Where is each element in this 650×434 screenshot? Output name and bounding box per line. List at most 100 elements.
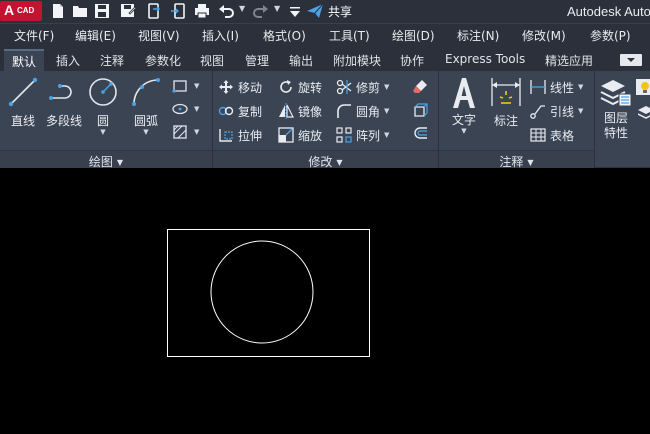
copy-icon <box>218 106 234 116</box>
trim-icon <box>336 79 352 95</box>
explode-icon[interactable] <box>412 102 430 120</box>
scale-icon <box>278 127 294 143</box>
circle-dropdown-caret-icon[interactable]: ▼ <box>86 129 120 136</box>
polyline-icon <box>49 84 72 100</box>
move-tool-button[interactable]: 移动 <box>218 77 262 97</box>
array-dropdown-caret-icon[interactable]: ▼ <box>384 131 389 139</box>
redo-list-caret-icon[interactable]: ▼ <box>274 4 280 13</box>
tab-output[interactable]: 输出 <box>281 49 321 71</box>
layer-stack-icon[interactable] <box>637 104 650 122</box>
tab-view[interactable]: 视图 <box>192 49 232 71</box>
drawing-canvas[interactable] <box>0 168 650 434</box>
linear-dropdown-caret-icon[interactable]: ▼ <box>578 83 583 91</box>
draw-panel-title[interactable]: 绘图 ▼ <box>0 150 212 169</box>
ribbon-tab-bar: 默认 插入 注释 参数化 视图 管理 输出 附加模块 协作 Express To… <box>0 46 650 71</box>
polyline-tool-button[interactable]: 多段线 <box>44 76 84 129</box>
fillet-icon <box>337 104 351 118</box>
menu-dimension[interactable]: 标注(N) <box>457 27 499 44</box>
save-icon[interactable] <box>94 3 110 19</box>
hatch-icon[interactable] <box>172 124 190 142</box>
share-button[interactable]: 共享 <box>306 2 352 20</box>
undo-icon[interactable] <box>218 3 234 19</box>
menu-view[interactable]: 视图(V) <box>138 27 180 44</box>
rotate-tool-button[interactable]: 旋转 <box>278 77 322 97</box>
new-file-icon[interactable] <box>50 3 66 19</box>
rotate-icon <box>280 80 292 93</box>
save-to-mobile-icon[interactable] <box>170 3 186 19</box>
drawn-rectangle[interactable] <box>167 229 370 357</box>
open-from-mobile-icon[interactable] <box>146 3 162 19</box>
text-icon <box>453 78 475 108</box>
menu-draw[interactable]: 绘图(D) <box>392 27 435 44</box>
menu-modify[interactable]: 修改(M) <box>522 27 566 44</box>
dimension-tool-button[interactable]: 标注 <box>488 76 524 129</box>
window-title: Autodesk Auto <box>567 4 650 19</box>
copy-tool-button[interactable]: 复制 <box>218 101 262 121</box>
stretch-tool-button[interactable]: 拉伸 <box>218 125 262 145</box>
layer-properties-button[interactable]: 图层 特性 <box>598 76 634 140</box>
save-as-icon[interactable] <box>120 3 136 19</box>
draw-panel-expand-caret-icon: ▼ <box>116 158 124 167</box>
menu-tools[interactable]: 工具(T) <box>329 27 370 44</box>
circle-tool-button[interactable]: 圆 ▼ <box>86 76 120 136</box>
mirror-icon <box>279 103 294 119</box>
menu-edit[interactable]: 编辑(E) <box>75 27 116 44</box>
scale-tool-button[interactable]: 缩放 <box>278 125 322 145</box>
menu-parametric[interactable]: 参数(P) <box>590 27 631 44</box>
line-tool-button[interactable]: 直线 <box>6 76 40 129</box>
trim-dropdown-caret-icon[interactable]: ▼ <box>384 83 389 91</box>
fillet-dropdown-caret-icon[interactable]: ▼ <box>384 107 389 115</box>
hatch-dropdown-caret-icon[interactable]: ▼ <box>194 128 199 136</box>
trim-tool-button[interactable]: 修剪 ▼ <box>336 77 389 97</box>
ellipse-icon[interactable] <box>172 101 190 119</box>
mirror-tool-button[interactable]: 镜像 <box>278 101 322 121</box>
drawing-area <box>167 229 370 357</box>
text-dropdown-caret-icon[interactable]: ▼ <box>444 128 484 135</box>
menu-bar: 文件(F) 编辑(E) 视图(V) 插入(I) 格式(O) 工具(T) 绘图(D… <box>0 23 650 46</box>
table-button[interactable]: 表格 <box>530 125 574 145</box>
tab-featured-apps[interactable]: 精选应用 <box>537 49 601 71</box>
move-icon <box>219 80 233 94</box>
redo-icon[interactable] <box>253 3 269 19</box>
tab-default[interactable]: 默认 <box>4 49 45 71</box>
tab-annotate[interactable]: 注释 <box>92 49 132 71</box>
linear-dimension-button[interactable]: 线性 ▼ <box>530 77 583 97</box>
linear-dimension-icon <box>530 80 546 94</box>
layer-bulb-icon[interactable] <box>636 79 650 97</box>
line-icon <box>8 77 38 107</box>
erase-icon[interactable] <box>412 79 430 97</box>
rectangle-dropdown-caret-icon[interactable]: ▼ <box>194 82 199 90</box>
ribbon-options-button[interactable] <box>620 54 642 66</box>
menu-format[interactable]: 格式(O) <box>263 27 306 44</box>
share-icon <box>307 3 324 18</box>
tab-parametric[interactable]: 参数化 <box>137 49 189 71</box>
leader-dropdown-caret-icon[interactable]: ▼ <box>578 107 583 115</box>
plot-icon[interactable] <box>194 3 210 19</box>
menu-insert[interactable]: 插入(I) <box>202 27 239 44</box>
tab-express-tools[interactable]: Express Tools <box>437 49 533 71</box>
fillet-tool-button[interactable]: 圆角 ▼ <box>336 101 389 121</box>
menu-file[interactable]: 文件(F) <box>14 27 54 44</box>
leader-button[interactable]: 引线 ▼ <box>530 101 583 121</box>
modify-panel-title[interactable]: 修改 ▼ <box>213 150 438 169</box>
arc-icon <box>132 78 160 106</box>
tab-insert[interactable]: 插入 <box>48 49 88 71</box>
offset-icon[interactable] <box>412 125 430 143</box>
open-folder-icon[interactable] <box>72 3 88 19</box>
app-logo[interactable]: A CAD <box>0 1 42 21</box>
tab-collaborate[interactable]: 协作 <box>392 49 432 71</box>
modify-panel-expand-caret-icon: ▼ <box>336 158 343 167</box>
tab-manage[interactable]: 管理 <box>237 49 277 71</box>
array-tool-button[interactable]: 阵列 ▼ <box>336 125 389 145</box>
undo-list-caret-icon[interactable]: ▼ <box>239 4 245 13</box>
rectangle-icon[interactable] <box>172 78 190 96</box>
arc-tool-button[interactable]: 圆弧 ▼ <box>128 76 164 136</box>
arc-dropdown-caret-icon[interactable]: ▼ <box>128 129 164 136</box>
ellipse-dropdown-caret-icon[interactable]: ▼ <box>194 105 199 113</box>
annotation-panel-title[interactable]: 注释 ▼ <box>439 150 594 169</box>
circle-icon <box>89 78 117 106</box>
customize-caret-icon[interactable] <box>287 4 303 20</box>
text-tool-button[interactable]: 文字 ▼ <box>444 75 484 135</box>
drawn-circle[interactable] <box>210 240 314 344</box>
tab-add-ins[interactable]: 附加模块 <box>325 49 389 71</box>
